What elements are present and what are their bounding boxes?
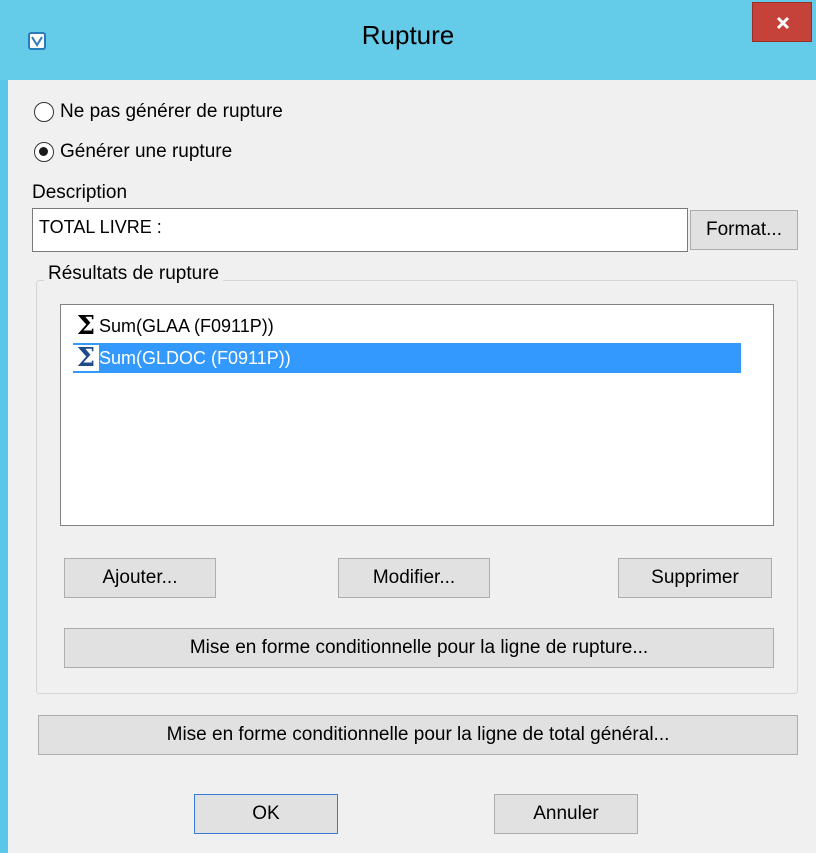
list-item-text: Sum(GLDOC (F0911P)) (99, 347, 291, 368)
radio-button[interactable] (34, 102, 54, 122)
delete-button[interactable]: Supprimer (618, 558, 772, 598)
conditional-break-button[interactable]: Mise en forme conditionnelle pour la lig… (64, 628, 774, 668)
description-label: Description (32, 182, 128, 203)
conditional-total-button[interactable]: Mise en forme conditionnelle pour la lig… (38, 715, 798, 755)
radio-no-break-label: Ne pas générer de rupture (60, 101, 283, 122)
cancel-button[interactable]: Annuler (494, 794, 638, 834)
sigma-icon: Σ (73, 345, 99, 371)
results-group-title: Résultats de rupture (44, 263, 224, 285)
radio-generate-break-label: Générer une rupture (60, 141, 233, 162)
ok-button[interactable]: OK (194, 794, 338, 834)
description-input[interactable]: TOTAL LIVRE : (32, 208, 688, 252)
sigma-icon: Σ (76, 311, 96, 341)
dialog-window: Rupture Ne pas générer de rupture Génére… (0, 0, 816, 853)
add-button[interactable]: Ajouter... (64, 558, 216, 598)
list-item[interactable]: Σ Sum(GLAA (F0911P)) (73, 311, 274, 341)
dialog-body: Ne pas générer de rupture Générer une ru… (8, 80, 816, 853)
close-button[interactable] (752, 2, 812, 42)
list-item-selected[interactable]: Σ Sum(GLDOC (F0911P)) (73, 343, 741, 373)
list-item-text: Sum(GLAA (F0911P)) (99, 315, 274, 336)
format-button[interactable]: Format... (690, 210, 798, 250)
radio-no-break[interactable]: Ne pas générer de rupture (34, 98, 283, 126)
radio-generate-break[interactable]: Générer une rupture (34, 138, 232, 166)
close-icon (776, 16, 790, 30)
results-listbox[interactable]: Σ Sum(GLAA (F0911P)) Σ Sum(GLDOC (F0911P… (60, 304, 774, 526)
radio-button-checked[interactable] (34, 142, 54, 162)
modify-button[interactable]: Modifier... (338, 558, 490, 598)
window-title: Rupture (361, 20, 455, 50)
title-bar[interactable]: Rupture (0, 0, 816, 80)
